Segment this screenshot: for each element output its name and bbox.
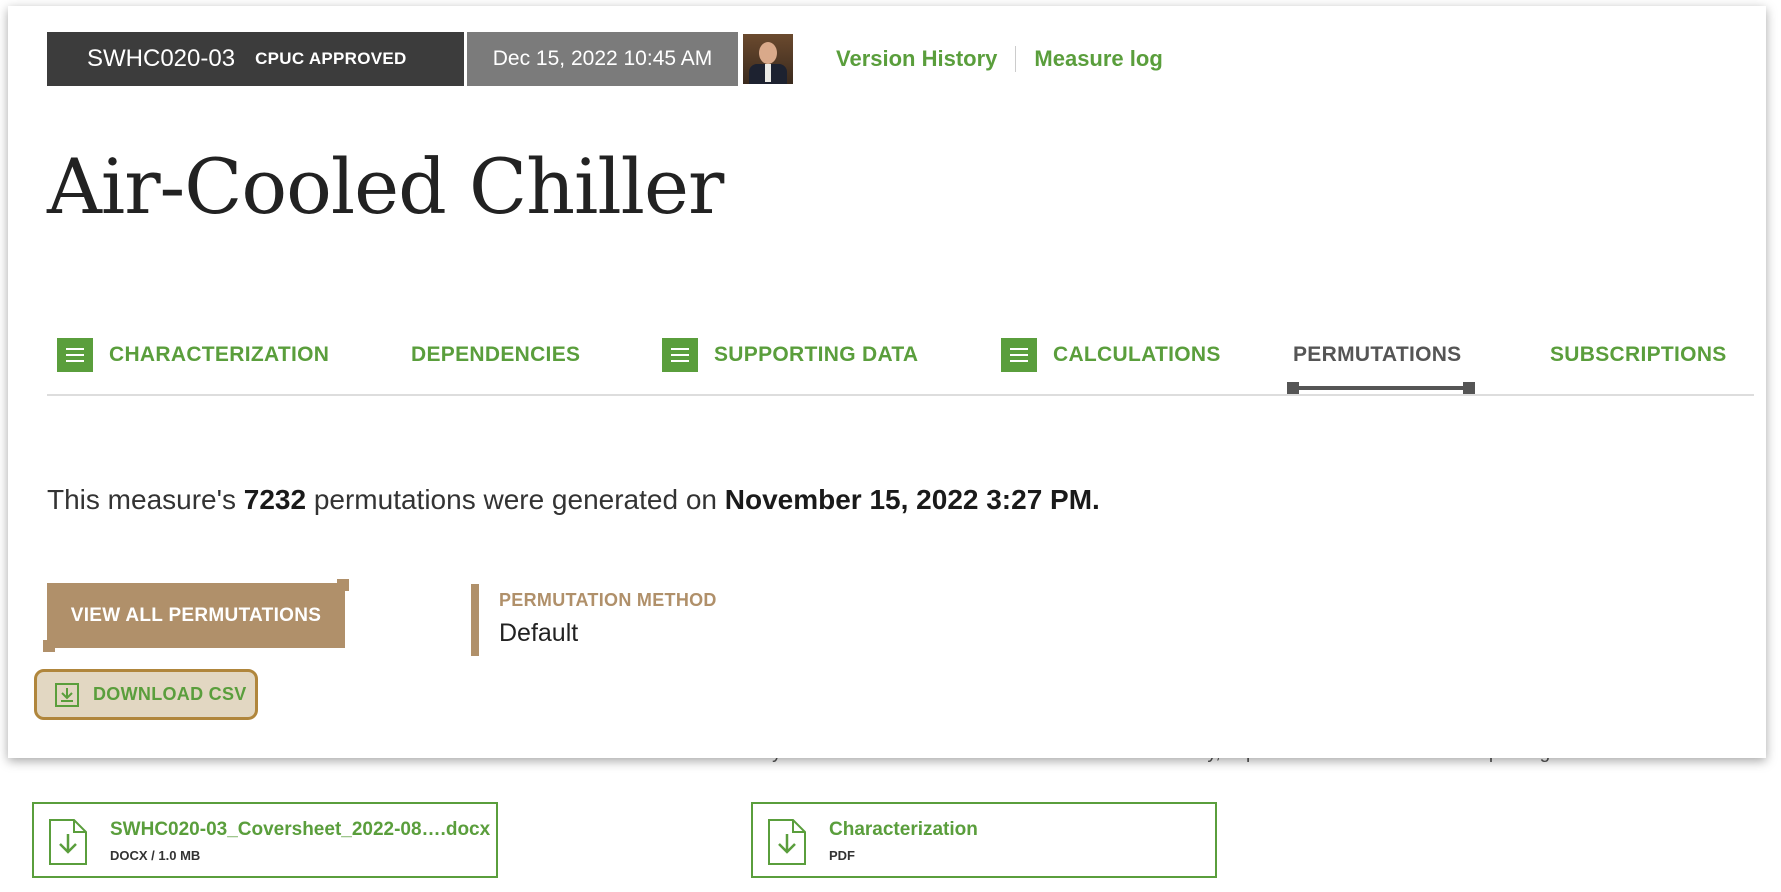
- tab-label: CHARACTERIZATION: [109, 343, 330, 366]
- tab-label: SUBSCRIPTIONS: [1550, 343, 1727, 366]
- summary-text: permutations were generated on: [306, 484, 725, 515]
- page-title: Air-Cooled Chiller: [47, 142, 724, 231]
- permutation-count: 7232: [243, 484, 307, 515]
- link-divider: [1015, 46, 1017, 72]
- tab-label: PERMUTATIONS: [1293, 343, 1462, 366]
- tab-bar: CHARACTERIZATION DEPENDENCIES SUPPORTING…: [47, 324, 1754, 396]
- permutation-method: PERMUTATION METHOD Default: [471, 584, 717, 656]
- permutations-summary: This measure's 7232 permutations were ge…: [47, 484, 1100, 516]
- version-history-link[interactable]: Version History: [836, 46, 997, 72]
- file-name: SWHC020-03_Coversheet_2022-08….docx: [110, 819, 491, 840]
- permutation-method-value: Default: [499, 619, 579, 647]
- measure-log-link[interactable]: Measure log: [1034, 46, 1162, 72]
- avatar[interactable]: [743, 34, 793, 84]
- file-download-icon: [768, 819, 806, 865]
- active-tab-indicator: [1287, 382, 1475, 394]
- tab-subscriptions[interactable]: SUBSCRIPTIONS: [1550, 338, 1727, 372]
- file-card-coversheet[interactable]: SWHC020-03_Coversheet_2022-08….docx DOCX…: [32, 802, 498, 878]
- view-all-permutations-button[interactable]: VIEW ALL PERMUTATIONS: [43, 579, 349, 652]
- list-icon: [1001, 338, 1037, 372]
- status-badge: CPUC APPROVED: [255, 49, 407, 68]
- tab-permutations[interactable]: PERMUTATIONS: [1293, 338, 1461, 372]
- tab-label: DEPENDENCIES: [411, 343, 581, 366]
- list-icon: [57, 338, 93, 372]
- file-meta: DOCX / 1.0 MB: [110, 848, 201, 863]
- summary-text: This measure's: [47, 484, 244, 515]
- download-csv-label: DOWNLOAD CSV: [93, 684, 247, 704]
- file-name: Characterization: [829, 819, 978, 840]
- header-links: Version History Measure log: [836, 46, 1163, 72]
- download-icon: [55, 682, 79, 707]
- generated-date: November 15, 2022 3:27 PM.: [724, 484, 1100, 515]
- file-card-characterization[interactable]: Characterization PDF: [751, 802, 1217, 878]
- file-meta: PDF: [829, 848, 855, 863]
- tab-dependencies[interactable]: DEPENDENCIES: [411, 338, 580, 372]
- list-icon: [662, 338, 698, 372]
- permutation-method-label: PERMUTATION METHOD: [499, 590, 717, 610]
- measure-id: SWHC020-03: [87, 45, 236, 72]
- file-download-icon: [49, 819, 87, 865]
- tab-calculations[interactable]: CALCULATIONS: [1001, 338, 1221, 372]
- tab-characterization[interactable]: CHARACTERIZATION: [57, 338, 329, 372]
- tab-label: SUPPORTING DATA: [714, 343, 919, 366]
- download-csv-button[interactable]: DOWNLOAD CSV: [34, 669, 258, 720]
- tab-supporting-data[interactable]: SUPPORTING DATA: [662, 338, 918, 372]
- measure-id-block: SWHC020-03 CPUC APPROVED: [47, 32, 464, 86]
- measure-card: SWHC020-03 CPUC APPROVED Dec 15, 2022 10…: [8, 6, 1766, 758]
- measure-header-bar: SWHC020-03 CPUC APPROVED Dec 15, 2022 10…: [47, 32, 793, 86]
- measure-datetime: Dec 15, 2022 10:45 AM: [467, 32, 738, 86]
- tab-label: CALCULATIONS: [1053, 343, 1221, 366]
